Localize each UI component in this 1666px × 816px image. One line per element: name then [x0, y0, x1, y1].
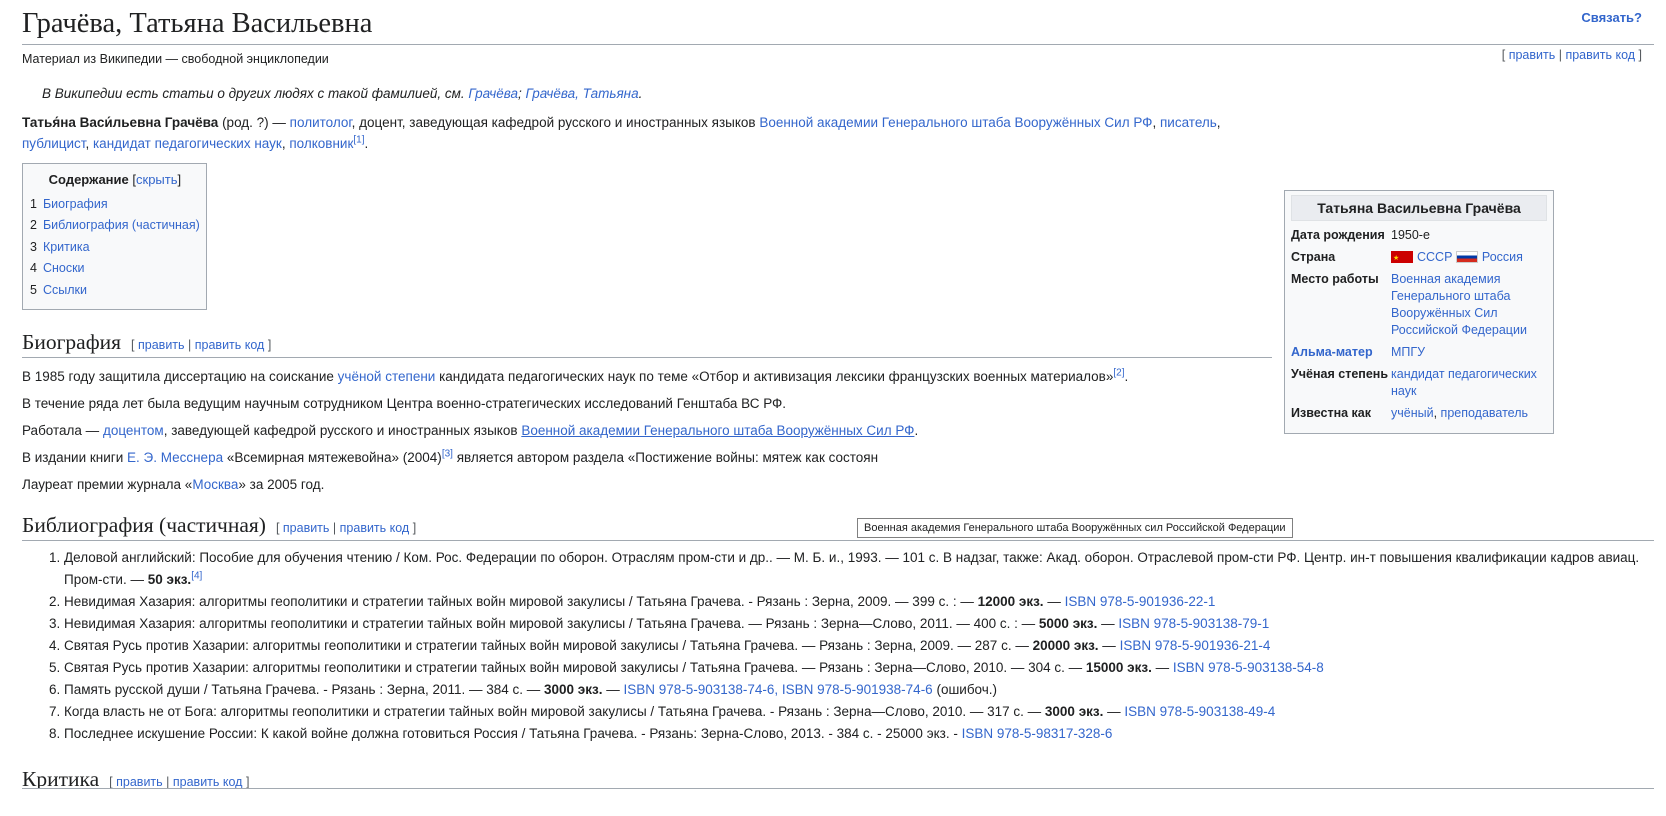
list-item: Деловой английский: Пособие для обучения… — [64, 547, 1654, 591]
link-messner[interactable]: Е. Э. Месснера — [127, 450, 223, 465]
section-heading-bibliography: Библиография (частичная)[ править | прав… — [22, 513, 1654, 541]
edit-code-link[interactable]: править код — [1565, 48, 1635, 62]
edit-link[interactable]: править — [138, 338, 185, 352]
infobox-label: Страна — [1291, 249, 1336, 264]
toc-item[interactable]: 1 Биография — [30, 194, 200, 216]
link-academic-degree[interactable]: учёной степени — [338, 369, 436, 384]
link-docent[interactable]: доцентом — [103, 423, 164, 438]
link-academy[interactable]: Военной академии Генерального штаба Воор… — [759, 115, 1152, 130]
toc-item[interactable]: 4 Сноски — [30, 258, 200, 280]
link-politolog[interactable]: политолог — [290, 115, 352, 130]
infobox-title: Татьяна Васильевна Грачёва — [1291, 194, 1547, 221]
toc-hide-link[interactable]: скрыть — [136, 172, 178, 187]
list-item: Невидимая Хазария: алгоритмы геополитики… — [64, 613, 1654, 635]
bio-paragraph: Лауреат премии журнала «Москва» за 2005 … — [22, 476, 325, 492]
section-heading-biography: Биография[ править | править код ] — [22, 330, 1272, 358]
infobox: Татьяна Васильевна Грачёва Дата рождения… — [1284, 189, 1554, 434]
infobox-value: 1950-е — [1391, 227, 1430, 242]
link-academy-hovered[interactable]: Военной академии Генерального штаба Воор… — [521, 423, 914, 438]
infobox-label: Дата рождения — [1291, 227, 1385, 242]
site-subtitle: Материал из Википедии — свободной энцикл… — [22, 51, 329, 66]
isbn-link[interactable]: ISBN 978-5-901936-21-4 — [1120, 638, 1271, 653]
link-writer[interactable]: писатель — [1160, 115, 1217, 130]
page-edit-links: [ править | править код ] — [1501, 48, 1642, 62]
link-candidate[interactable]: кандидат педагогических наук — [93, 136, 282, 151]
isbn-link[interactable]: ISBN 978-5-903138-79-1 — [1118, 616, 1269, 631]
ref-3[interactable]: [3] — [442, 448, 453, 459]
link-alma-mater-label[interactable]: Альма-матер — [1291, 345, 1373, 359]
lead-paragraph: Татья́на Васи́льевна Грачёва (род. ?) — … — [22, 114, 1221, 151]
edit-link[interactable]: править — [116, 775, 163, 788]
toc-item[interactable]: 2 Библиография (частичная) — [30, 215, 200, 237]
toc-item[interactable]: 5 Ссылки — [30, 280, 200, 302]
isbn-link[interactable]: ISBN 978-5-901936-22-1 — [1065, 594, 1216, 609]
link-scientist[interactable]: учёный — [1391, 406, 1434, 420]
link-workplace[interactable]: Военная академия Генерального штаба Воор… — [1391, 272, 1527, 337]
table-of-contents: Содержание [скрыть] 1 Биография 2 Библиогр… — [22, 162, 207, 311]
section-heading-criticism: Критика[ править | править код ] — [22, 767, 1654, 789]
link-mpgu[interactable]: МПГУ — [1391, 345, 1425, 359]
link-degree[interactable]: кандидат педагогических наук — [1391, 367, 1537, 398]
hatnote-link-gracheva-tatyana[interactable]: Грачёва, Татьяна — [526, 86, 639, 101]
list-item: Память русской души / Татьяна Грачева. -… — [64, 679, 1654, 701]
link-tooltip: Военная академия Генерального штаба Воор… — [857, 517, 1293, 538]
edit-link[interactable]: править — [1509, 48, 1556, 62]
link-russia[interactable]: Россия — [1482, 250, 1523, 264]
ref-2[interactable]: [2] — [1113, 367, 1124, 378]
infobox-label: Учёная степень — [1291, 366, 1389, 381]
infobox-label: Известна как — [1291, 405, 1372, 420]
bio-paragraph: В издании книги Е. Э. Месснера «Всемирна… — [22, 448, 879, 465]
toc-title: Содержание — [48, 171, 129, 187]
toc-item[interactable]: 3 Критика — [30, 237, 200, 259]
isbn-link[interactable]: ISBN 978-5-903138-74-6, ISBN 978-5-90193… — [624, 682, 933, 697]
edit-link[interactable]: править — [283, 521, 330, 535]
list-item: Святая Русь против Хазарии: алгоритмы ге… — [64, 635, 1654, 657]
link-ussr[interactable]: СССР — [1417, 250, 1452, 264]
hatnote: В Википедии есть статьи о других людях с… — [42, 85, 643, 101]
edit-code-link[interactable]: править код — [173, 775, 243, 788]
ref-1[interactable]: [1] — [353, 134, 364, 145]
russia-flag-icon — [1455, 251, 1478, 264]
list-item: Святая Русь против Хазарии: алгоритмы ге… — [64, 657, 1654, 679]
edit-code-link[interactable]: править код — [195, 338, 265, 352]
bibliography-list: Деловой английский: Пособие для обучения… — [22, 547, 1654, 745]
isbn-link[interactable]: ISBN 978-5-903138-49-4 — [1124, 704, 1275, 719]
isbn-link[interactable]: ISBN 978-5-98317-328-6 — [962, 726, 1113, 741]
ussr-flag-icon — [1391, 250, 1413, 267]
link-moskva[interactable]: Москва — [192, 477, 238, 492]
link-teacher[interactable]: преподаватель — [1441, 406, 1528, 420]
ref-4[interactable]: [4] — [191, 570, 202, 581]
infobox-label: Место работы — [1291, 271, 1379, 286]
edit-code-link[interactable]: править код — [340, 521, 410, 535]
link-publicist[interactable]: публицист — [22, 136, 85, 151]
subject-name: Татья́на Васи́льевна Грачёва — [22, 114, 219, 130]
list-item: Когда власть не от Бога: алгоритмы геопо… — [64, 701, 1654, 723]
link-colonel[interactable]: полковник — [289, 136, 353, 151]
list-item: Невидимая Хазария: алгоритмы геополитики… — [64, 591, 1654, 613]
hatnote-link-gracheva[interactable]: Грачёва — [468, 86, 518, 101]
list-item: Последнее искушение России: К какой войн… — [64, 723, 1654, 745]
connect-link[interactable]: Связать? — [1581, 10, 1642, 25]
page-title: Грачёва, Татьяна Васильевна — [22, 0, 1654, 45]
isbn-link[interactable]: ISBN 978-5-903138-54-8 — [1173, 660, 1324, 675]
